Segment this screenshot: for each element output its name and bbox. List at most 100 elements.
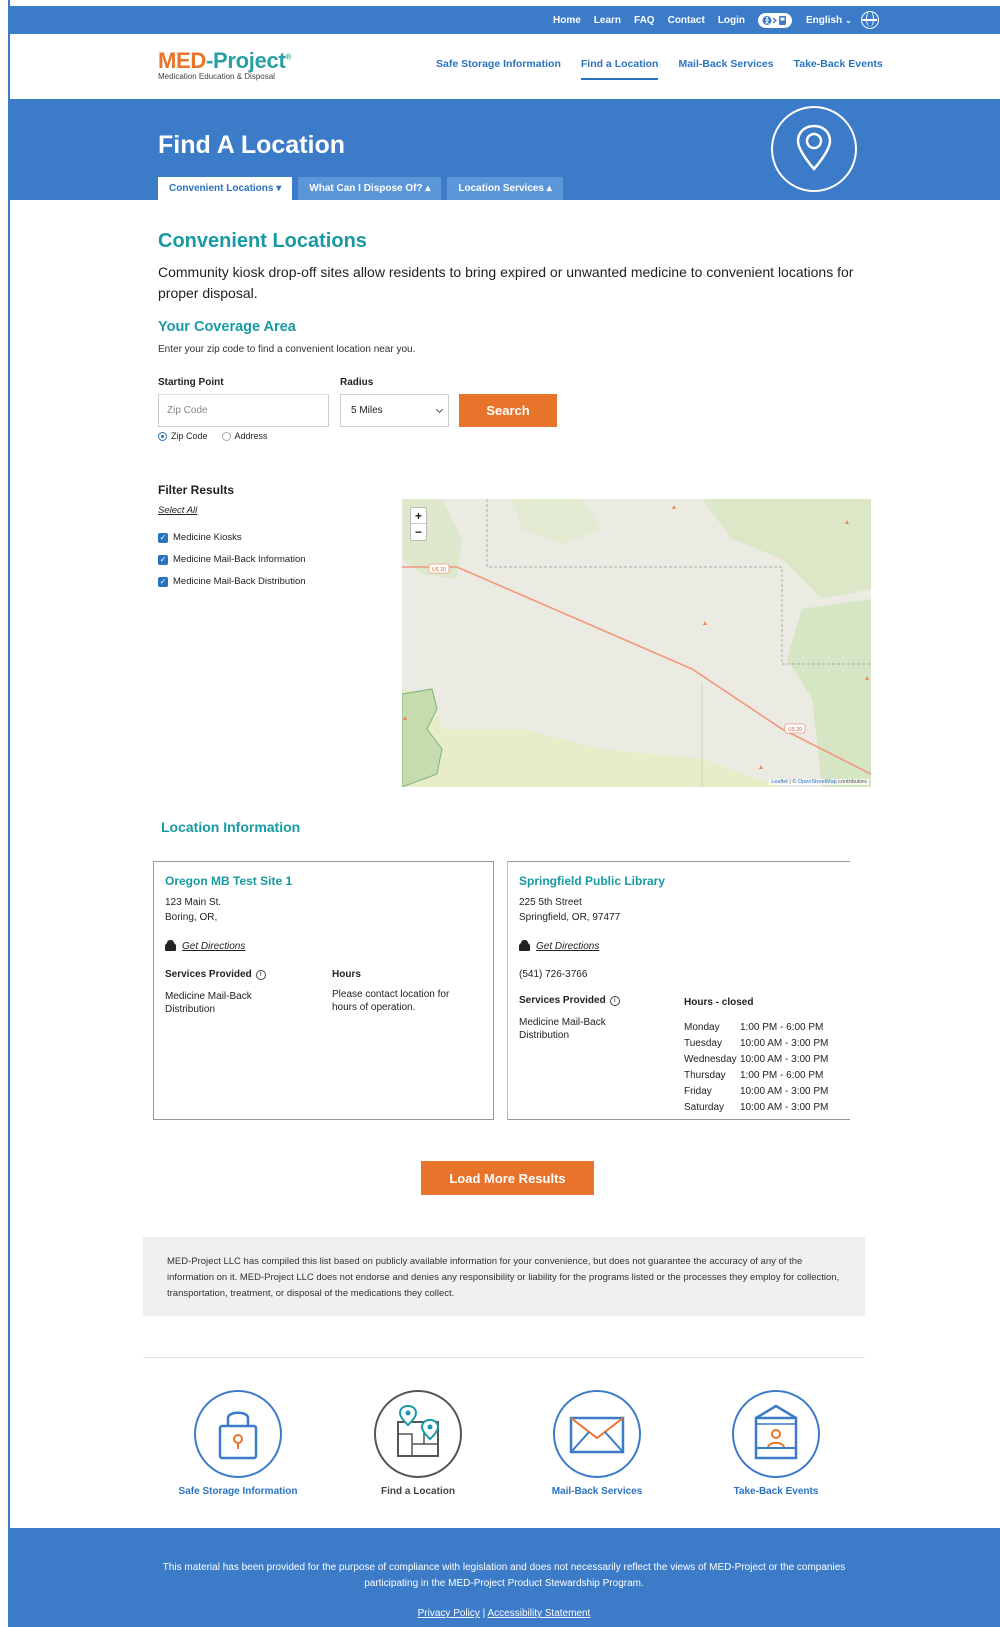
location-name[interactable]: Oregon MB Test Site 1 — [165, 874, 292, 888]
event-booth-icon — [732, 1390, 820, 1478]
privacy-policy-link[interactable]: Privacy Policy — [418, 1608, 480, 1619]
brand-logo[interactable]: MED-Project® Medication Education & Disp… — [158, 48, 291, 81]
utility-link-login[interactable]: Login — [718, 15, 745, 26]
zip-code-input[interactable] — [158, 394, 329, 427]
feature-label: Safe Storage Information — [178, 1486, 298, 1497]
filter-mail-back-information[interactable]: ✓ Medicine Mail-Back Information — [158, 554, 306, 565]
filter-mail-back-distribution[interactable]: ✓ Medicine Mail-Back Distribution — [158, 576, 306, 587]
radius-label: Radius — [340, 377, 374, 388]
utility-link-learn[interactable]: Learn — [594, 15, 621, 26]
tab-what-can-i-dispose[interactable]: What Can I Dispose Of? ▴ — [298, 177, 442, 200]
car-icon — [519, 939, 530, 951]
language-selector[interactable]: English ⌄ — [806, 6, 879, 34]
coverage-description: Enter your zip code to find a convenient… — [158, 344, 416, 355]
hours-row: Thursday 1:00 PM - 6:00 PM — [684, 1070, 828, 1086]
hours-row: Monday 1:00 PM - 6:00 PM — [684, 1022, 828, 1038]
hours-time: 1:00 PM - 6:00 PM — [740, 1070, 824, 1081]
osm-link[interactable]: OpenStreetMap — [798, 779, 837, 785]
address-line: Boring, OR, — [165, 912, 218, 923]
nav-mail-back[interactable]: Mail-Back Services — [678, 58, 773, 80]
radio-zip-code[interactable]: Zip Code — [158, 431, 208, 441]
utility-link-contact[interactable]: Contact — [668, 15, 705, 26]
divider — [143, 1357, 865, 1358]
filter-label: Medicine Kiosks — [173, 532, 242, 543]
location-name[interactable]: Springfield Public Library — [519, 874, 665, 888]
hours-heading: Hours — [332, 969, 361, 980]
hours-time: 10:00 AM - 3:00 PM — [740, 1038, 829, 1049]
accessibility-icon[interactable] — [758, 12, 793, 28]
get-directions-label: Get Directions — [536, 941, 600, 952]
hours-day: Wednesday — [684, 1054, 737, 1065]
attribution-sep: | © — [787, 779, 798, 785]
feature-label: Find a Location — [381, 1486, 455, 1497]
feature-safe-storage[interactable]: Safe Storage Information — [158, 1390, 318, 1497]
hours-row: Wednesday 10:00 AM - 3:00 PM — [684, 1054, 828, 1070]
checkbox-checked-icon[interactable]: ✓ — [158, 532, 168, 543]
nav-safe-storage[interactable]: Safe Storage Information — [436, 58, 561, 80]
location-address: 123 Main St. Boring, OR, — [165, 895, 221, 925]
search-button[interactable]: Search — [459, 394, 557, 427]
feature-find-location[interactable]: Find a Location — [338, 1390, 498, 1497]
get-directions-link[interactable]: Get Directions — [519, 939, 600, 952]
info-icon[interactable]: i — [255, 970, 266, 980]
car-icon — [165, 939, 176, 951]
nav-take-back[interactable]: Take-Back Events — [794, 58, 883, 80]
lock-bag-icon — [194, 1390, 282, 1478]
road-label: US 20 — [432, 567, 446, 573]
load-more-button[interactable]: Load More Results — [421, 1161, 594, 1195]
site-footer: This material has been provided for the … — [8, 1528, 1000, 1627]
feature-take-back[interactable]: Take-Back Events — [696, 1390, 856, 1497]
main-nav: Safe Storage Information Find a Location… — [436, 58, 883, 80]
select-all-link[interactable]: Select All — [158, 505, 197, 516]
tab-convenient-locations[interactable]: Convenient Locations ▾ — [158, 177, 293, 200]
road-label: US 20 — [788, 727, 802, 733]
utility-nav: Home Learn FAQ Contact Login — [553, 6, 793, 34]
location-pin-icon — [771, 106, 857, 192]
section-title: Convenient Locations — [158, 230, 367, 252]
leaflet-link[interactable]: Leaflet — [771, 779, 788, 785]
page-frame: Home Learn FAQ Contact Login English ⌄ M… — [8, 0, 1000, 1627]
map-zoom-control: + − — [410, 507, 427, 541]
zoom-out-button[interactable]: − — [411, 524, 426, 540]
radio-address[interactable]: Address — [221, 431, 268, 441]
hours-row: Friday 10:00 AM - 3:00 PM — [684, 1086, 828, 1102]
filter-title: Filter Results — [158, 483, 235, 497]
accessibility-statement-link[interactable]: Accessibility Statement — [488, 1608, 591, 1619]
map-tiles: US 20 US 20 — [402, 499, 871, 787]
utility-link-home[interactable]: Home — [553, 15, 581, 26]
hours-time: 1:00 PM - 6:00 PM — [740, 1022, 824, 1033]
utility-bar: Home Learn FAQ Contact Login English ⌄ — [8, 6, 1000, 34]
tab-location-services[interactable]: Location Services ▴ — [447, 177, 563, 200]
brand-tagline: Medication Education & Disposal — [158, 72, 275, 81]
radio-dot-selected[interactable] — [158, 431, 167, 441]
radio-zip-label: Zip Code — [171, 431, 208, 441]
feature-label: Mail-Back Services — [551, 1486, 643, 1497]
utility-link-faq[interactable]: FAQ — [634, 15, 655, 26]
hours-note: Please contact location for hours of ope… — [332, 989, 450, 1013]
feature-label: Take-Back Events — [733, 1486, 819, 1497]
footer-text: This material has been provided for the … — [162, 1562, 846, 1589]
location-card: Oregon MB Test Site 1 123 Main St. Borin… — [153, 861, 494, 1120]
get-directions-link[interactable]: Get Directions — [165, 939, 245, 952]
zoom-in-button[interactable]: + — [411, 508, 426, 524]
hours-day: Friday — [684, 1086, 712, 1097]
language-label: English — [806, 14, 843, 26]
accessibility-glyph-icon — [762, 15, 787, 25]
filter-medicine-kiosks[interactable]: ✓ Medicine Kiosks — [158, 532, 242, 543]
radius-select[interactable]: 5 Miles — [340, 394, 449, 427]
location-map[interactable]: US 20 US 20 + − Leaflet | © OpenStreetMa… — [402, 499, 871, 787]
info-icon[interactable]: i — [609, 996, 620, 1006]
radio-dot[interactable] — [221, 431, 231, 441]
search-mode-radios: Zip Code Address — [158, 431, 268, 441]
hero-banner: Find A Location Convenient Locations ▾ W… — [8, 99, 1000, 200]
hours-time: 10:00 AM - 3:00 PM — [740, 1054, 829, 1065]
address-line: 123 Main St. — [165, 897, 222, 908]
nav-find-location[interactable]: Find a Location — [580, 58, 659, 80]
hours-row: Tuesday 10:00 AM - 3:00 PM — [684, 1038, 828, 1054]
feature-mail-back[interactable]: Mail-Back Services — [517, 1390, 677, 1497]
page-title: Find A Location — [158, 131, 346, 159]
checkbox-checked-icon[interactable]: ✓ — [158, 576, 168, 587]
location-phone[interactable]: (541) 726-3766 — [519, 969, 587, 980]
services-text: Medicine Mail-Back Distribution — [165, 991, 252, 1015]
checkbox-checked-icon[interactable]: ✓ — [158, 554, 168, 565]
